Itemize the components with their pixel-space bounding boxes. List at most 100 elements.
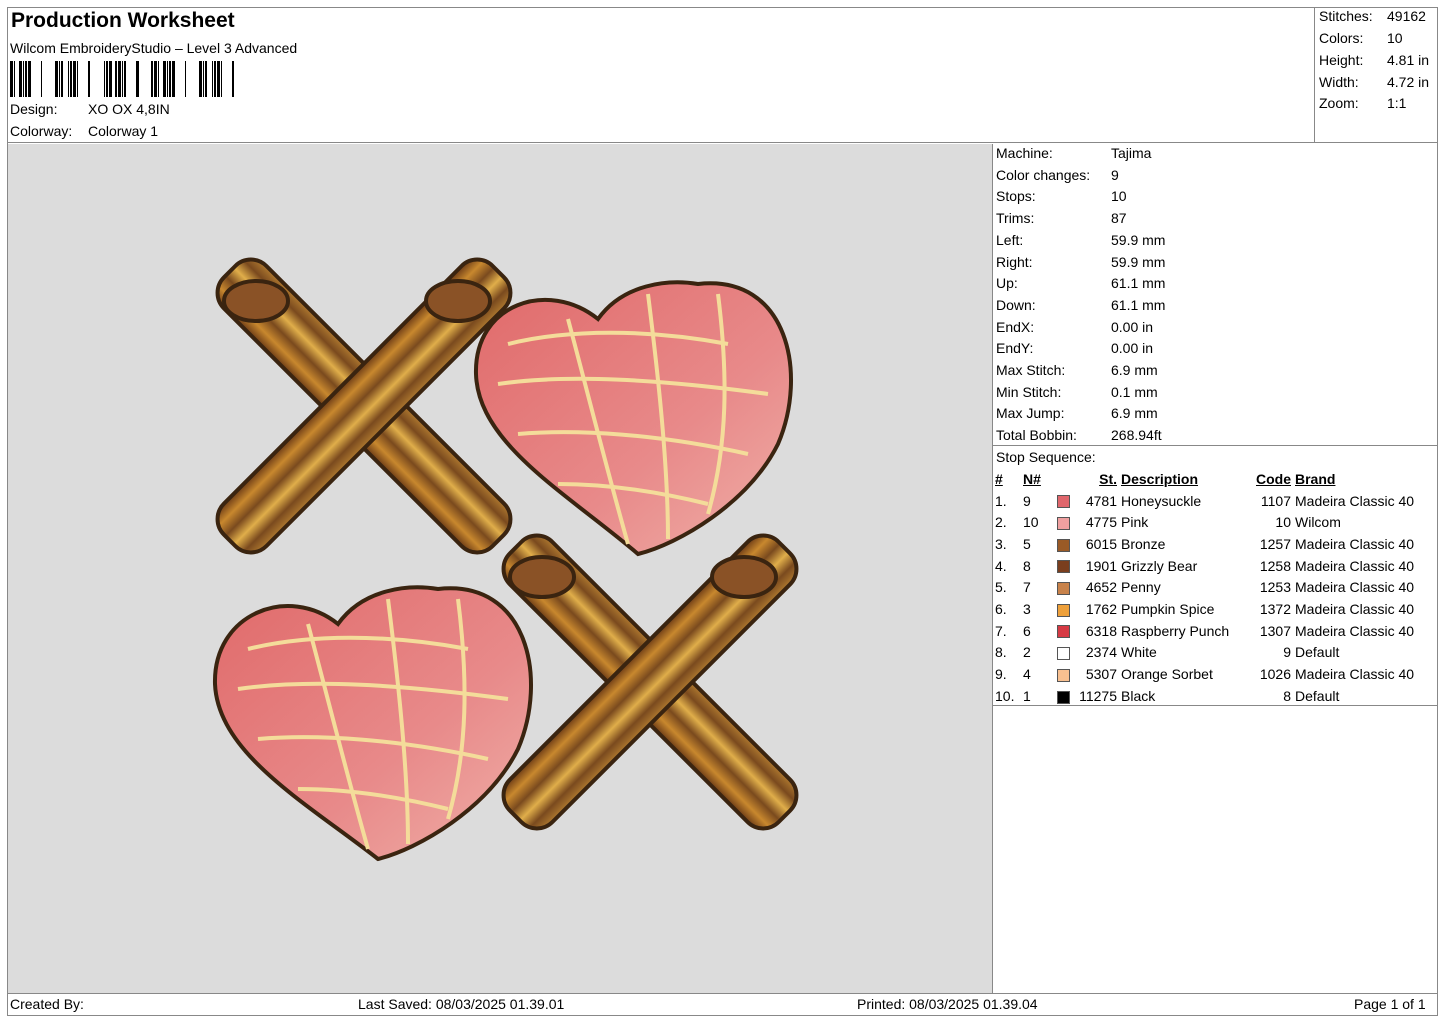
stop-stitches: 6318 bbox=[1085, 622, 1117, 639]
info-key: Stops: bbox=[996, 188, 1036, 205]
stop-description: Orange Sorbet bbox=[1121, 666, 1213, 683]
color-swatch bbox=[1057, 495, 1070, 509]
info-row: Left: 59.9 mm bbox=[996, 232, 1165, 248]
info-key: Up: bbox=[996, 275, 1018, 292]
info-row: Down: 61.1 mm bbox=[996, 297, 1165, 313]
stat-row: Height: 4.81 in bbox=[1319, 52, 1430, 68]
info-value: 61.1 mm bbox=[1111, 275, 1166, 292]
stat-row: Width: 4.72 in bbox=[1319, 74, 1430, 90]
barcode bbox=[10, 61, 234, 97]
info-key: Right: bbox=[996, 253, 1033, 270]
info-key: Left: bbox=[996, 231, 1024, 248]
info-value: 0.1 mm bbox=[1111, 383, 1158, 400]
color-swatch bbox=[1057, 647, 1070, 661]
col-index: # bbox=[995, 470, 1003, 487]
stop-index: 5. bbox=[995, 579, 1007, 596]
color-swatch-cell bbox=[1055, 598, 1073, 620]
stat-row: Stitches: 49162 bbox=[1319, 8, 1426, 24]
worksheet-footer: Created By: Last Saved: 08/03/2025 01.39… bbox=[7, 993, 1438, 1016]
stop-code: 1253 bbox=[1259, 579, 1291, 596]
table-row: 4. 8 1901 Grizzly Bear 1258 Madeira Classic 4… bbox=[993, 555, 1416, 577]
info-value: 6.9 mm bbox=[1111, 405, 1158, 422]
color-swatch-cell bbox=[1055, 576, 1073, 598]
stop-needle: 8 bbox=[1023, 557, 1031, 574]
stop-needle: 10 bbox=[1023, 514, 1039, 531]
stop-brand: Default bbox=[1295, 644, 1340, 661]
stop-code: 1258 bbox=[1259, 557, 1291, 574]
stop-description: Raspberry Punch bbox=[1121, 622, 1230, 639]
color-swatch bbox=[1057, 538, 1070, 552]
stats-panel: Stitches: 49162 Colors: 10 Height: 4.81 in … bbox=[1314, 7, 1438, 143]
info-row: EndX: 0.00 in bbox=[996, 319, 1153, 335]
software-name: Wilcom EmbroideryStudio – Level 3 Advanc… bbox=[10, 40, 298, 56]
col-brand: Brand bbox=[1295, 470, 1336, 487]
stop-sequence-table: # N# St. Description Code Brand 1. 9 4781 H… bbox=[993, 468, 1416, 707]
concha-heart-bottom-left bbox=[212, 585, 533, 862]
stop-needle: 7 bbox=[1023, 579, 1031, 596]
info-key: Color changes: bbox=[996, 166, 1091, 183]
churro-x-bottom-right bbox=[501, 533, 799, 831]
color-swatch-cell bbox=[1055, 533, 1073, 555]
stop-stitches: 5307 bbox=[1085, 666, 1117, 683]
table-row: 6. 3 1762 Pumpkin Spice 1372 Madeira Classic … bbox=[993, 598, 1416, 620]
info-key: Max Jump: bbox=[996, 405, 1065, 422]
stop-sequence-panel: Stop Sequence: # N# St. Description Code… bbox=[993, 446, 1438, 706]
info-value: 59.9 mm bbox=[1111, 231, 1166, 248]
stop-description: White bbox=[1121, 644, 1157, 661]
table-row: 2. 10 4775 Pink 10 Wilcom bbox=[993, 511, 1416, 533]
stop-sequence-label: Stop Sequence: bbox=[996, 449, 1096, 465]
col-description: Description bbox=[1121, 470, 1199, 487]
stop-index: 2. bbox=[995, 514, 1007, 531]
stop-stitches: 4652 bbox=[1085, 579, 1117, 596]
design-row: Design: XO OX 4,8IN bbox=[10, 101, 170, 117]
stop-description: Penny bbox=[1121, 579, 1161, 596]
info-value: 0.00 in bbox=[1111, 318, 1154, 335]
info-row: Right: 59.9 mm bbox=[996, 254, 1165, 270]
printed-date: Printed: 08/03/2025 01.39.04 bbox=[857, 996, 1038, 1012]
stop-stitches: 11275 bbox=[1079, 687, 1117, 704]
last-saved: Last Saved: 08/03/2025 01.39.01 bbox=[358, 996, 565, 1012]
info-key: Machine: bbox=[996, 145, 1053, 161]
stop-brand: Madeira Classic 40 bbox=[1295, 579, 1415, 596]
stop-description: Pumpkin Spice bbox=[1121, 600, 1215, 617]
info-value: 9 bbox=[1111, 166, 1119, 183]
stop-description: Black bbox=[1121, 687, 1156, 704]
table-row: 1. 9 4781 Honeysuckle 1107 Madeira Classic 40 bbox=[993, 490, 1416, 512]
color-swatch-cell bbox=[1055, 663, 1073, 685]
stop-stitches: 4781 bbox=[1085, 492, 1117, 509]
table-row: 7. 6 6318 Raspberry Punch 1307 Madeira Classi… bbox=[993, 620, 1416, 642]
stop-brand: Madeira Classic 40 bbox=[1295, 600, 1415, 617]
stop-needle: 9 bbox=[1023, 492, 1031, 509]
colorway-row: Colorway: Colorway 1 bbox=[10, 123, 158, 139]
stop-index: 1. bbox=[995, 492, 1007, 509]
info-row: Trims: 87 bbox=[996, 210, 1127, 226]
table-row: 5. 7 4652 Penny 1253 Madeira Classic 40 bbox=[993, 576, 1416, 598]
stop-index: 6. bbox=[995, 600, 1007, 617]
info-value: 0.00 in bbox=[1111, 340, 1154, 357]
stop-code: 1372 bbox=[1259, 600, 1291, 617]
design-preview bbox=[8, 144, 993, 993]
stop-code: 1257 bbox=[1259, 535, 1291, 552]
stop-needle: 3 bbox=[1023, 600, 1031, 617]
info-key: EndY: bbox=[996, 340, 1034, 357]
color-swatch bbox=[1057, 582, 1070, 596]
info-key: Total Bobbin: bbox=[996, 427, 1077, 444]
design-label: Design: bbox=[10, 101, 58, 117]
info-key: Down: bbox=[996, 296, 1036, 313]
stop-needle: 6 bbox=[1023, 622, 1031, 639]
page-number: Page 1 of 1 bbox=[1354, 996, 1426, 1012]
info-row: Machine: Tajima bbox=[996, 145, 1151, 161]
info-row: Total Bobbin: 268.94ft bbox=[996, 427, 1162, 443]
stop-index: 8. bbox=[995, 644, 1007, 661]
info-value: 268.94ft bbox=[1111, 427, 1162, 444]
info-value: 6.9 mm bbox=[1111, 362, 1158, 378]
stop-brand: Madeira Classic 40 bbox=[1295, 535, 1415, 552]
stop-index: 9. bbox=[995, 666, 1007, 683]
col-code: Code bbox=[1256, 470, 1291, 487]
stop-stitches: 2374 bbox=[1085, 644, 1117, 661]
info-row: EndY: 0.00 in bbox=[996, 340, 1153, 356]
stop-needle: 1 bbox=[1023, 687, 1031, 704]
colorway-label: Colorway: bbox=[10, 123, 73, 139]
col-swatch bbox=[1055, 468, 1073, 490]
embroidery-artwork bbox=[212, 257, 799, 862]
